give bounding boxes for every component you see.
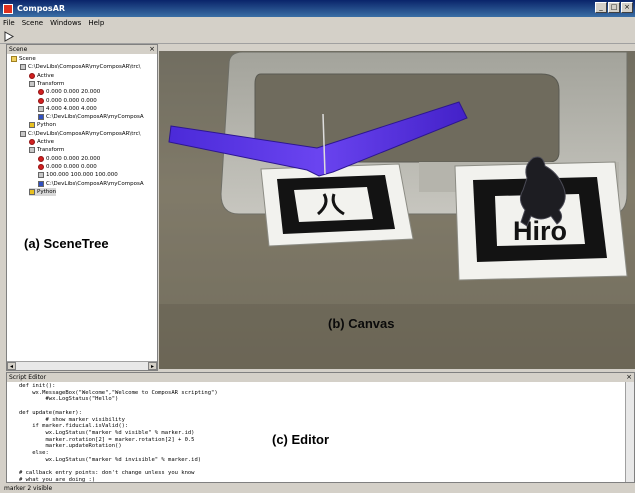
tree-node-label: 0.000 0.000 20.000 [46, 155, 101, 162]
window-controls: _ □ × [595, 2, 633, 13]
grey-node-icon [29, 147, 35, 154]
tree-node-label: Python [37, 188, 57, 195]
tree-node[interactable]: 4.000 4.000 4.000 [38, 105, 97, 113]
tree-node[interactable]: C:\DevLibs\ComposAR\myComposA [38, 180, 144, 188]
tree-node-label: C:\DevLibs\ComposAR\myComposA [46, 180, 144, 187]
scroll-right-icon[interactable]: ▸ [148, 362, 157, 370]
toolbar [0, 29, 635, 44]
tree-node-label: C:\DevLibs\ComposAR\myComposAR\trc\ [28, 64, 141, 71]
tree-node-label: Python [37, 122, 57, 129]
scroll-left-icon[interactable]: ◂ [7, 362, 16, 370]
tree-node-label: 4.000 4.000 4.000 [46, 105, 97, 112]
script-editor: Script Editor × def init(): wx.MessageBo… [6, 372, 635, 483]
tree-node-label: C:\DevLibs\ComposAR\myComposAR\trc\ [28, 130, 141, 137]
canvas-callout: (b) Canvas [328, 316, 395, 331]
menu-scene[interactable]: Scene [22, 19, 43, 27]
tree-node[interactable]: C:\DevLibs\ComposAR\myComposA [38, 113, 144, 121]
close-button[interactable]: × [621, 2, 633, 13]
tree-node-label: C:\DevLibs\ComposAR\myComposA [46, 114, 144, 121]
grey-node-icon [38, 172, 44, 179]
tree-node-label: Transform [37, 147, 65, 154]
ar-canvas[interactable]: Hiro [159, 44, 635, 369]
tree-node[interactable]: 0.000 0.000 0.000 [38, 97, 97, 105]
tree-node[interactable]: Active [29, 72, 54, 80]
tree-node[interactable]: 0.000 0.000 20.000 [38, 155, 100, 163]
tree-node-label: Transform [37, 80, 65, 87]
horizontal-scrollbar[interactable]: ◂ ▸ [7, 361, 157, 370]
tree-node[interactable]: C:\DevLibs\ComposAR\myComposAR\trc\ [20, 63, 140, 71]
red-node-icon [29, 72, 35, 79]
tree-node[interactable]: Active [29, 138, 54, 146]
blue-node-icon [38, 114, 44, 121]
yellow-node-icon [29, 188, 35, 195]
close-icon[interactable]: × [149, 45, 155, 54]
tree-node[interactable]: Scene [11, 55, 36, 63]
ar-scene-view: Hiro [159, 51, 635, 369]
menu-windows[interactable]: Windows [50, 19, 81, 27]
grey-node-icon [20, 64, 26, 71]
tree-node[interactable]: C:\DevLibs\ComposAR\myComposAR\trc\ [20, 130, 140, 138]
maximize-button[interactable]: □ [608, 2, 620, 13]
menu-help[interactable]: Help [88, 19, 104, 27]
red-node-icon [38, 89, 44, 96]
red-node-icon [38, 163, 44, 170]
tree-node-label: 100.000 100.000 100.000 [46, 172, 118, 179]
editor-title: Script Editor [9, 374, 47, 381]
scene-panel-title: Scene [9, 46, 28, 53]
tree-node-label: Active [37, 72, 55, 79]
play-icon[interactable] [3, 31, 15, 42]
canvas-panel-header [159, 44, 635, 51]
grey-node-icon [20, 130, 26, 137]
close-icon[interactable]: × [626, 373, 632, 382]
window-title: ComposAR [17, 4, 66, 13]
red-node-icon [29, 139, 35, 145]
tree-node[interactable]: Transform [29, 80, 64, 88]
blue-node-icon [38, 180, 44, 187]
grey-node-icon [29, 80, 35, 87]
tree-node-label: 0.000 0.000 20.000 [46, 89, 101, 96]
scene-panel: Scene × Scene C:\DevLibs\ComposAR\myCompo… [6, 44, 158, 371]
vertical-scrollbar[interactable] [625, 382, 634, 482]
tree-node-label: Active [37, 139, 55, 145]
tree-node[interactable]: 0.000 0.000 0.000 [38, 163, 97, 171]
tree-node[interactable]: Python [29, 187, 57, 196]
red-node-icon [38, 97, 44, 104]
menu-file[interactable]: File [3, 19, 15, 27]
scene-panel-header: Scene × [7, 45, 157, 54]
minimize-button[interactable]: _ [595, 2, 607, 13]
tree-node[interactable]: 100.000 100.000 100.000 [38, 171, 118, 179]
title-bar: ComposAR _ □ × [0, 0, 635, 17]
tree-node-label: Scene [19, 56, 36, 62]
app-icon [3, 3, 13, 14]
tree-node[interactable]: 0.000 0.000 20.000 [38, 88, 100, 96]
scenetree-callout: (a) SceneTree [24, 236, 109, 251]
yellow-node-icon [29, 122, 35, 129]
red-node-icon [38, 155, 44, 162]
tree-node-label: 0.000 0.000 0.000 [46, 97, 97, 104]
editor-callout: (c) Editor [272, 432, 330, 447]
tree-node[interactable]: Python [29, 121, 56, 129]
status-bar: marker 2 visible [4, 485, 53, 492]
grey-node-icon [38, 105, 44, 112]
editor-panel-header: Script Editor × [7, 373, 634, 382]
menu-bar: File Scene Windows Help [0, 17, 635, 29]
folder-node-icon [11, 56, 17, 62]
tree-node-label: 0.000 0.000 0.000 [46, 163, 97, 170]
tree-node[interactable]: Transform [29, 146, 64, 154]
code-editor[interactable]: def init(): wx.MessageBox("Welcome","Wel… [19, 383, 218, 484]
